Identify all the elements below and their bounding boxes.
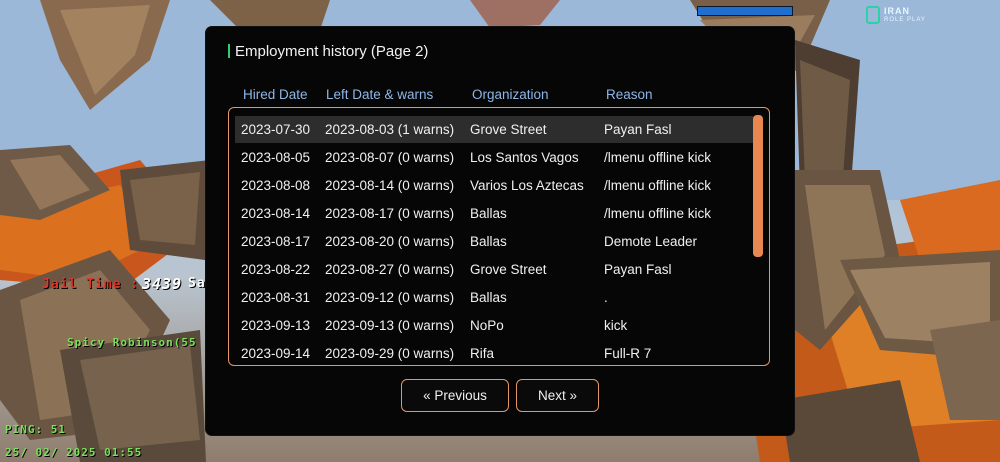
cell-reason: /lmenu offline kick — [604, 150, 712, 165]
cell-left-date: 2023-08-03 (1 warns) — [325, 122, 455, 137]
table-row[interactable]: 2023-08-05 2023-08-07 (0 warns) Los Sant… — [235, 144, 753, 171]
table-row[interactable]: 2023-08-31 2023-09-12 (0 warns) Ballas . — [235, 284, 753, 311]
column-header-reason: Reason — [606, 87, 653, 102]
server-logo: IRAN ROLE PLAY — [866, 6, 946, 26]
cell-reason: Payan Fasl — [604, 262, 672, 277]
table-row[interactable]: 2023-09-14 2023-09-29 (0 warns) Rifa Ful… — [235, 340, 753, 365]
cell-left-date: 2023-08-14 (0 warns) — [325, 178, 455, 193]
cell-organization: Ballas — [470, 206, 507, 221]
cell-organization: Ballas — [470, 290, 507, 305]
cell-reason: /lmenu offline kick — [604, 178, 712, 193]
cell-organization: Grove Street — [470, 262, 547, 277]
table-row[interactable]: 2023-08-08 2023-08-14 (0 warns) Varios L… — [235, 172, 753, 199]
table-row[interactable]: 2023-09-13 2023-09-13 (0 warns) NoPo kic… — [235, 312, 753, 339]
table-row[interactable]: 2023-08-14 2023-08-17 (0 warns) Ballas /… — [235, 200, 753, 227]
player-nametag: Spicy Robinson(55 — [67, 336, 197, 349]
table-row[interactable]: 2023-08-22 2023-08-27 (0 warns) Grove St… — [235, 256, 753, 283]
employment-history-dialog: Employment history (Page 2) Hired Date L… — [206, 27, 794, 435]
cell-reason: kick — [604, 318, 628, 333]
column-header-hired-date: Hired Date — [243, 87, 308, 102]
cell-left-date: 2023-09-13 (0 warns) — [325, 318, 455, 333]
cell-organization: Los Santos Vagos — [470, 150, 579, 165]
health-bar — [697, 6, 793, 16]
cell-organization: Rifa — [470, 346, 495, 361]
cell-left-date: 2023-08-27 (0 warns) — [325, 262, 455, 277]
cell-reason: Payan Fasl — [604, 122, 672, 137]
cell-hired-date: 2023-08-22 — [241, 262, 311, 277]
cell-hired-date: 2023-09-14 — [241, 346, 311, 361]
next-button[interactable]: Next » — [516, 379, 599, 412]
cell-hired-date: 2023-08-05 — [241, 150, 311, 165]
cell-reason: Demote Leader — [604, 234, 698, 249]
dialog-title-text: Employment history (Page 2) — [235, 43, 429, 60]
cell-reason: /lmenu offline kick — [604, 206, 712, 221]
logo-line1: IRAN — [884, 6, 910, 16]
jail-time-value: 3439 — [142, 275, 183, 293]
ping-text: PING: 51 — [5, 423, 66, 436]
cell-hired-date: 2023-08-08 — [241, 178, 311, 193]
cell-organization: Ballas — [470, 234, 507, 249]
cell-left-date: 2023-08-07 (0 warns) — [325, 150, 455, 165]
column-header-organization: Organization — [472, 87, 549, 102]
logo-mark-icon — [866, 6, 880, 24]
column-header-left-date: Left Date & warns — [326, 87, 434, 102]
cell-left-date: 2023-09-29 (0 warns) — [325, 346, 455, 361]
history-table: 2023-07-30 2023-08-03 (1 warns) Grove St… — [228, 107, 770, 366]
title-accent-bar — [228, 44, 230, 58]
logo-line2: ROLE PLAY — [884, 17, 926, 23]
cell-reason: Full-R 7 — [604, 346, 652, 361]
cell-organization: Grove Street — [470, 122, 547, 137]
cell-organization: Varios Los Aztecas — [470, 178, 584, 193]
dialog-title: Employment history (Page 2) — [228, 43, 428, 60]
previous-button[interactable]: « Previous — [401, 379, 509, 412]
cell-left-date: 2023-08-20 (0 warns) — [325, 234, 455, 249]
table-header: Hired Date Left Date & warns Organizatio… — [206, 87, 794, 103]
cell-hired-date: 2023-07-30 — [241, 122, 311, 137]
table-scrollbar[interactable] — [753, 115, 763, 257]
cell-left-date: 2023-09-12 (0 warns) — [325, 290, 455, 305]
cell-left-date: 2023-08-17 (0 warns) — [325, 206, 455, 221]
cell-hired-date: 2023-08-31 — [241, 290, 311, 305]
cell-organization: NoPo — [470, 318, 504, 333]
table-row[interactable]: 2023-08-17 2023-08-20 (0 warns) Ballas D… — [235, 228, 753, 255]
cell-reason: . — [604, 290, 608, 305]
cell-hired-date: 2023-09-13 — [241, 318, 311, 333]
cell-hired-date: 2023-08-14 — [241, 206, 311, 221]
datetime-text: 25/ 02/ 2025 01:55 — [5, 446, 143, 459]
table-row[interactable]: 2023-07-30 2023-08-03 (1 warns) Grove St… — [235, 116, 753, 143]
player-name-partial: Sa — [188, 276, 206, 291]
jail-time-label: Jail Time : — [42, 277, 140, 292]
cell-hired-date: 2023-08-17 — [241, 234, 311, 249]
